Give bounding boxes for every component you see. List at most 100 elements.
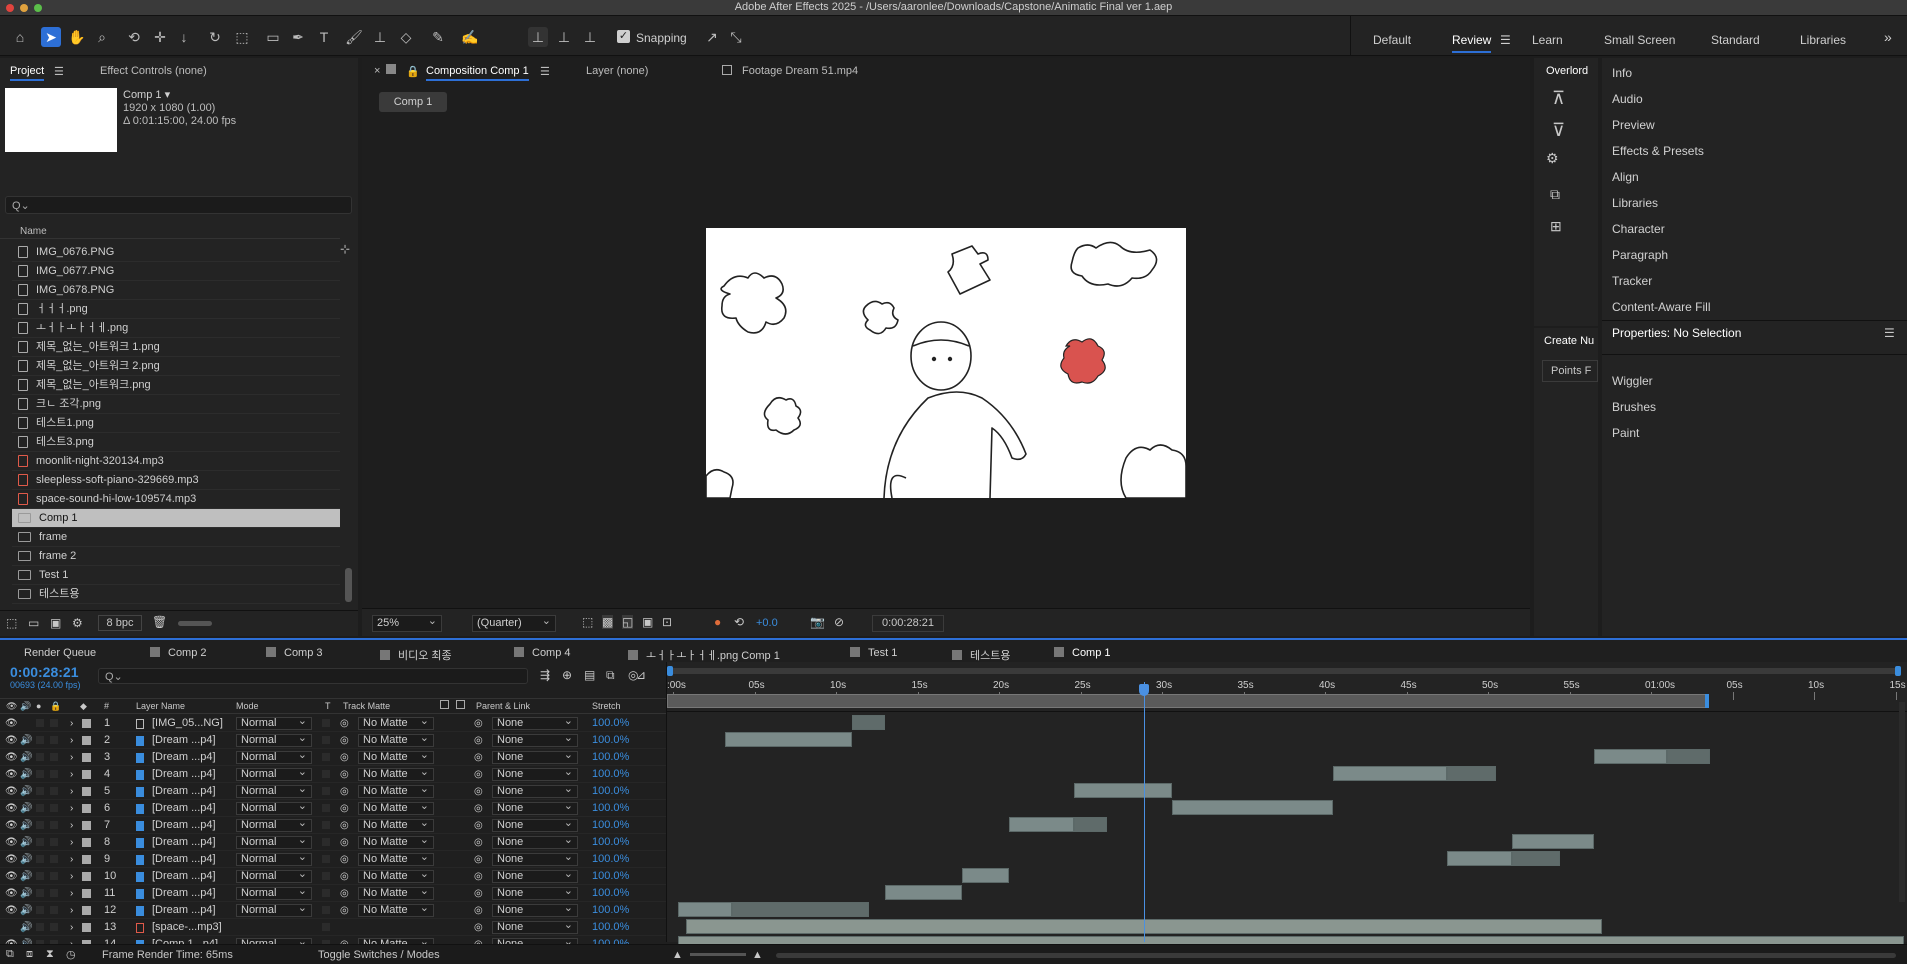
label-color-box[interactable] (82, 753, 91, 762)
audio-toggle-icon[interactable]: 🔊 (20, 817, 32, 834)
project-item[interactable]: moonlit-night-320134.mp3 (12, 452, 340, 471)
properties-menu-icon[interactable]: ☰ (1884, 326, 1895, 340)
workspace-standard[interactable]: Standard (1711, 33, 1760, 47)
expand-chevron-icon[interactable]: › (70, 766, 73, 783)
mode-dropdown[interactable]: Normal (236, 852, 312, 866)
expand-chevron-icon[interactable]: › (70, 834, 73, 851)
view-options-icon[interactable]: ⊡ (662, 615, 672, 629)
track-matte-dropdown[interactable]: No Matte (358, 750, 434, 764)
project-item[interactable]: Test 1 (12, 566, 340, 585)
side-extra-item[interactable]: Brushes (1612, 400, 1656, 414)
stretch-value[interactable]: 100.0% (592, 919, 629, 936)
matte-pickwhip-icon[interactable]: ◎ (340, 715, 349, 732)
stretch-value[interactable]: 100.0% (592, 817, 629, 834)
audio-toggle-icon[interactable]: 🔊 (20, 902, 32, 919)
project-item[interactable]: 크ㄴ 조각.png (12, 395, 340, 414)
graph-editor-icon[interactable]: ⊿ (636, 668, 646, 682)
mode-dropdown[interactable]: Normal (236, 716, 312, 730)
track-matte-dropdown[interactable]: No Matte (358, 852, 434, 866)
tab-project[interactable]: Project (10, 65, 45, 81)
label-color-box[interactable] (82, 889, 91, 898)
solo-box[interactable] (36, 855, 44, 863)
project-item[interactable]: space-sound-hi-low-109574.mp3 (12, 490, 340, 509)
layer-duration-bar[interactable] (1512, 834, 1594, 849)
timeline-search-input[interactable]: Q⌄ (98, 668, 528, 684)
tab-effect-controls[interactable]: Effect Controls (none) (100, 65, 207, 77)
t-box[interactable] (322, 889, 330, 897)
tab-layer[interactable]: Layer (none) (586, 65, 648, 77)
stretch-value[interactable]: 100.0% (592, 766, 629, 783)
lock-box[interactable] (50, 889, 58, 897)
reset-exposure-icon[interactable]: ⟲ (734, 615, 744, 629)
lock-box[interactable] (50, 736, 58, 744)
lock-box[interactable] (50, 753, 58, 761)
adjust-settings-icon[interactable]: ⚙ (72, 616, 83, 630)
t-box[interactable] (322, 753, 330, 761)
expand-chevron-icon[interactable]: › (70, 902, 73, 919)
solo-box[interactable] (36, 821, 44, 829)
tab-footage[interactable]: Footage Dream 51.mp4 (742, 65, 858, 77)
layer-row[interactable]: 👁🔊 › 12 [Dream ...p4] Normal ◎ No Matte ◎ None 10… (0, 902, 666, 919)
project-search-input[interactable]: Q⌄ (5, 196, 352, 214)
parent-pickwhip-icon[interactable]: ◎ (474, 885, 483, 902)
project-item[interactable]: 제목_없는_아트워크 1.png (12, 338, 340, 357)
solo-box[interactable] (36, 804, 44, 812)
side-panel-item[interactable]: Align (1612, 170, 1639, 184)
lock-box[interactable] (50, 923, 58, 931)
layer-row[interactable]: 👁🔊 › 3 [Dream ...p4] Normal ◎ No Matte ◎ None 100… (0, 749, 666, 766)
matte-pickwhip-icon[interactable]: ◎ (340, 851, 349, 868)
stretch-value[interactable]: 100.0% (592, 732, 629, 749)
layer-row[interactable]: 👁🔊 › 4 [Dream ...p4] Normal ◎ No Matte ◎ None 100… (0, 766, 666, 783)
matte-pickwhip-icon[interactable]: ◎ (340, 783, 349, 800)
comp-name-dropdown[interactable]: Comp 1 ▾ (123, 88, 170, 101)
matte-pickwhip-icon[interactable]: ◎ (340, 732, 349, 749)
side-panel-item[interactable]: Info (1612, 66, 1632, 80)
solo-box[interactable] (36, 838, 44, 846)
parent-dropdown[interactable]: None (492, 767, 578, 781)
project-item[interactable]: 제목_없는_아트워크 2.png (12, 357, 340, 376)
overlord-options-icon[interactable]: ⚙ (1546, 150, 1559, 167)
hand-tool-icon[interactable]: ✋ (67, 27, 87, 47)
parent-dropdown[interactable]: None (492, 750, 578, 764)
parent-dropdown[interactable]: None (492, 886, 578, 900)
video-toggle-icon[interactable]: 👁 (5, 715, 18, 732)
parent-dropdown[interactable]: None (492, 903, 578, 917)
layer-name[interactable]: [Dream ...p4] (152, 800, 216, 817)
layer-switches-icon[interactable]: ⧉ (6, 948, 14, 961)
label-color-box[interactable] (82, 855, 91, 864)
matte-pickwhip-icon[interactable]: ◎ (340, 868, 349, 885)
parent-pickwhip-icon[interactable]: ◎ (474, 834, 483, 851)
layer-row[interactable]: 👁🔊 › 9 [Dream ...p4] Normal ◎ No Matte ◎ None 100… (0, 851, 666, 868)
world-axis-mode-icon[interactable]: ⊥ (554, 27, 574, 47)
parent-pickwhip-icon[interactable]: ◎ (474, 766, 483, 783)
selection-tool-icon[interactable]: ➤ (41, 27, 61, 47)
layer-name[interactable]: [Dream ...p4] (152, 868, 216, 885)
zoom-out-icon[interactable]: ▲ (672, 949, 683, 961)
workspace-libraries[interactable]: Libraries (1800, 33, 1846, 47)
mode-dropdown[interactable]: Normal (236, 886, 312, 900)
name-column-header[interactable]: Name (20, 226, 47, 237)
solo-box[interactable] (36, 923, 44, 931)
view-axis-mode-icon[interactable]: ⊥ (580, 27, 600, 47)
lock-box[interactable] (50, 838, 58, 846)
stretch-value[interactable]: 100.0% (592, 868, 629, 885)
layer-duration-bar[interactable] (1171, 800, 1334, 815)
stretch-header[interactable]: Stretch (592, 701, 621, 711)
overlord-add-icon[interactable]: ⊞ (1550, 218, 1562, 235)
expand-chevron-icon[interactable]: › (70, 749, 73, 766)
t-box[interactable] (322, 906, 330, 914)
navigator-start-handle[interactable] (667, 666, 673, 676)
track-matte-header[interactable]: Track Matte (343, 701, 390, 711)
eraser-tool-icon[interactable]: ◇ (396, 27, 416, 47)
video-toggle-icon[interactable]: 👁 (5, 851, 18, 868)
stretch-value[interactable]: 100.0% (592, 902, 629, 919)
resolution-dropdown[interactable]: (Quarter) (472, 614, 556, 632)
expand-chevron-icon[interactable]: › (70, 800, 73, 817)
lock-box[interactable] (50, 855, 58, 863)
layer-trimmed-tail[interactable] (731, 902, 869, 917)
project-item[interactable]: 테스트용 (12, 585, 340, 604)
local-axis-mode-icon[interactable]: ⊥ (528, 27, 548, 47)
lock-box[interactable] (50, 804, 58, 812)
label-color-box[interactable] (82, 838, 91, 847)
work-area-end-handle[interactable] (1705, 694, 1709, 708)
